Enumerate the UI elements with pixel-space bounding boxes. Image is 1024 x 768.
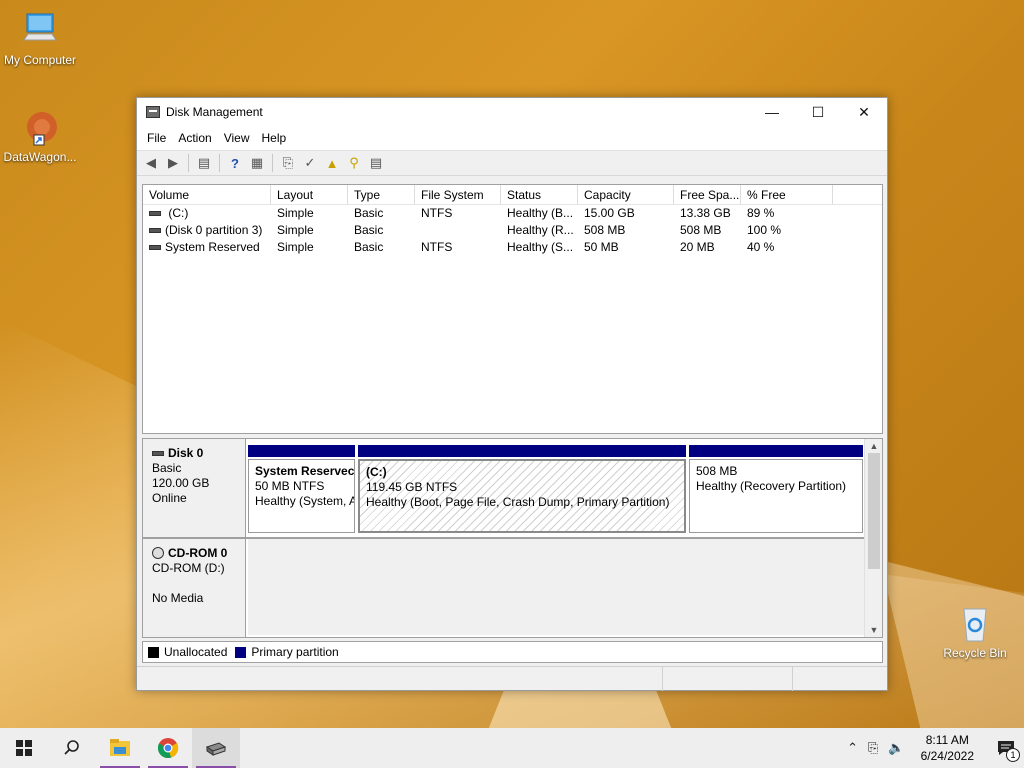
menu-file[interactable]: File xyxy=(141,131,172,145)
taskbar-chrome[interactable] xyxy=(144,728,192,768)
datawagon-icon xyxy=(20,107,60,147)
legend: Unallocated Primary partition xyxy=(142,641,883,663)
partition-system-reserved[interactable]: System Reservec 50 MB NTFS Healthy (Syst… xyxy=(248,445,355,533)
show-hide-console-tree-icon[interactable]: ▤ xyxy=(194,153,214,173)
column-header-file-system[interactable]: File System xyxy=(415,185,501,204)
legend-swatch xyxy=(148,646,159,658)
toolbar-separator xyxy=(272,154,273,172)
toolbar-separator xyxy=(219,154,220,172)
minimize-button[interactable]: — xyxy=(749,98,795,126)
scrollbar-thumb[interactable] xyxy=(868,453,880,569)
disk-map-scrollbar[interactable]: ▲ ▼ xyxy=(864,439,882,637)
show-action-pane-icon[interactable]: ▦ xyxy=(247,153,267,173)
table-row[interactable]: (C:) Simple Basic NTFS Healthy (B... 15.… xyxy=(143,205,882,222)
disk-management-icon xyxy=(205,742,227,756)
table-row[interactable]: System Reserved Simple Basic NTFS Health… xyxy=(143,239,882,256)
window-title: Disk Management xyxy=(166,105,263,119)
disk-management-app-icon xyxy=(146,106,160,118)
desktop-icon-label: DataWagon... xyxy=(3,150,77,164)
properties-icon[interactable]: ▤ xyxy=(366,153,386,173)
partition-color-bar xyxy=(689,445,863,457)
desktop-icon-label: My Computer xyxy=(3,53,77,67)
start-button[interactable] xyxy=(0,728,48,768)
search-icon xyxy=(64,740,79,755)
taskbar: ⌃ ⎘ 🔈 8:11 AM 6/24/2022 1 xyxy=(0,728,1024,768)
search-button[interactable] xyxy=(48,728,96,768)
back-arrow-icon[interactable]: ◀ xyxy=(141,153,161,173)
chevron-up-icon[interactable]: ⌃ xyxy=(847,740,858,756)
up-folder-icon[interactable]: ▲ xyxy=(322,153,342,173)
column-header-layout[interactable]: Layout xyxy=(271,185,348,204)
toolbar-separator xyxy=(188,154,189,172)
partition-recovery[interactable]: 508 MB Healthy (Recovery Partition) xyxy=(689,445,863,533)
volume-list: Volume Layout Type File System Status Ca… xyxy=(142,184,883,434)
notification-count-badge: 1 xyxy=(1006,748,1020,762)
legend-item-unallocated: Unallocated xyxy=(148,645,227,659)
cd-rom-empty-area[interactable] xyxy=(248,539,865,635)
file-explorer-icon xyxy=(110,739,130,756)
search-icon[interactable]: ⚲ xyxy=(344,153,364,173)
scroll-down-icon[interactable]: ▼ xyxy=(865,623,883,637)
taskbar-disk-management[interactable] xyxy=(192,728,240,768)
status-bar xyxy=(137,666,887,691)
menu-action[interactable]: Action xyxy=(172,131,217,145)
column-header-percent-free[interactable]: % Free xyxy=(741,185,833,204)
disk-icon xyxy=(152,451,164,457)
disk-row-disk-0: Disk 0 Basic 120.00 GB Online System Res… xyxy=(143,439,865,537)
partition-color-bar xyxy=(358,445,686,457)
column-header-status[interactable]: Status xyxy=(501,185,578,204)
column-header-volume[interactable]: Volume xyxy=(143,185,271,204)
table-row[interactable]: (Disk 0 partition 3) Simple Basic Health… xyxy=(143,222,882,239)
legend-item-primary-partition: Primary partition xyxy=(235,645,339,659)
maximize-button[interactable]: ☐ xyxy=(795,98,841,126)
desktop-icon-my-computer[interactable]: My Computer xyxy=(0,10,80,67)
disk-row-cd-rom-0: CD-ROM 0 CD-ROM (D:) No Media xyxy=(143,539,865,637)
disk-management-window: Disk Management — ☐ ✕ File Action View H… xyxy=(136,97,888,691)
system-tray: ⌃ ⎘ 🔈 8:11 AM 6/24/2022 1 xyxy=(847,728,1024,768)
partition-color-bar xyxy=(248,445,355,457)
disk-label-disk-0[interactable]: Disk 0 Basic 120.00 GB Online xyxy=(143,439,246,537)
drive-icon xyxy=(149,228,161,234)
title-bar[interactable]: Disk Management — ☐ ✕ xyxy=(137,98,887,126)
windows-logo-icon xyxy=(16,740,32,756)
desktop-icon-datawagon[interactable]: DataWagon... xyxy=(0,107,80,164)
volume-list-header: Volume Layout Type File System Status Ca… xyxy=(143,185,882,205)
taskbar-file-explorer[interactable] xyxy=(96,728,144,768)
close-button[interactable]: ✕ xyxy=(841,98,887,126)
legend-swatch xyxy=(235,646,247,658)
clock[interactable]: 8:11 AM 6/24/2022 xyxy=(921,732,974,764)
toolbar: ◀ ▶ ▤ ? ▦ ⎘ ✓ ▲ ⚲ ▤ xyxy=(137,150,887,176)
partition-c-drive[interactable]: (C:) 119.45 GB NTFS Healthy (Boot, Page … xyxy=(358,445,686,533)
desktop-icon-label: Recycle Bin xyxy=(943,646,1007,660)
menu-help[interactable]: Help xyxy=(256,131,293,145)
desktop-icon-recycle-bin[interactable]: Recycle Bin xyxy=(935,603,1015,660)
help-icon[interactable]: ? xyxy=(225,153,245,173)
disk-map: Disk 0 Basic 120.00 GB Online System Res… xyxy=(142,438,883,638)
drive-icon xyxy=(149,211,161,217)
drive-icon xyxy=(149,245,161,251)
network-icon[interactable]: ⎘ xyxy=(868,740,878,756)
scroll-up-icon[interactable]: ▲ xyxy=(865,439,883,453)
menu-bar: File Action View Help xyxy=(137,126,887,150)
connect-icon[interactable]: ⎘ xyxy=(278,153,298,173)
cd-rom-icon xyxy=(152,547,164,559)
disk-label-cd-rom-0[interactable]: CD-ROM 0 CD-ROM (D:) No Media xyxy=(143,539,246,637)
volume-icon[interactable]: 🔈 xyxy=(888,740,904,756)
column-header-type[interactable]: Type xyxy=(348,185,415,204)
column-header-capacity[interactable]: Capacity xyxy=(578,185,674,204)
computer-icon xyxy=(20,10,60,50)
action-center-button[interactable]: 1 xyxy=(988,728,1024,768)
recycle-bin-icon xyxy=(955,603,995,643)
forward-arrow-icon[interactable]: ▶ xyxy=(163,153,183,173)
chrome-icon xyxy=(157,738,179,758)
menu-view[interactable]: View xyxy=(218,131,256,145)
check-icon[interactable]: ✓ xyxy=(300,153,320,173)
column-header-free-space[interactable]: Free Spa... xyxy=(674,185,741,204)
